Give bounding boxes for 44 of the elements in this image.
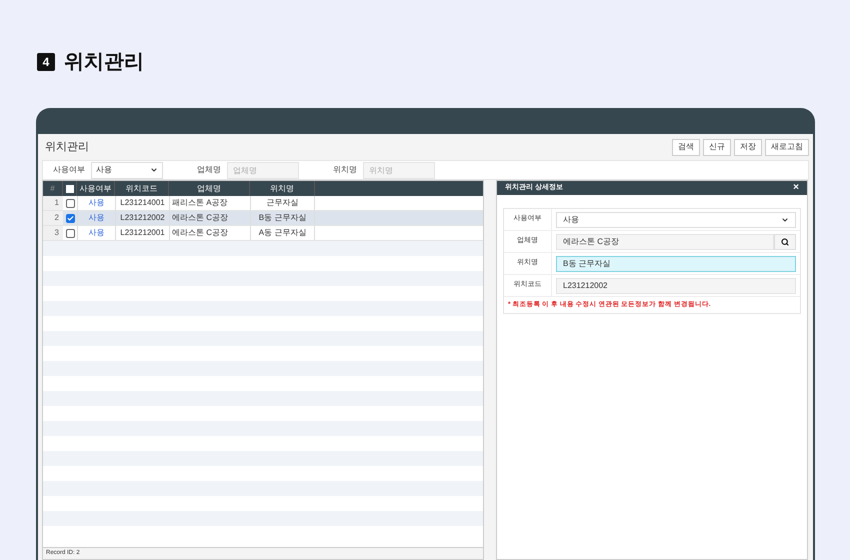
row-number: 3	[43, 226, 63, 240]
company-field[interactable]: 에라스톤 C공장	[556, 234, 774, 250]
table-cell: B동 근무자실	[250, 211, 315, 225]
table-cell: 근무자실	[250, 196, 315, 210]
window-title: 위치관리	[44, 140, 89, 155]
checkbox[interactable]	[66, 228, 74, 238]
section-number-badge: 4	[37, 53, 55, 71]
header-checkbox[interactable]	[66, 184, 74, 192]
checkbox[interactable]	[66, 214, 74, 222]
chevron-icon	[781, 216, 789, 224]
toolbar-button[interactable]: 새로고침	[765, 138, 809, 156]
toolbar-button[interactable]: 저장	[734, 138, 762, 156]
checkbox[interactable]	[66, 198, 74, 208]
text-field[interactable]: B동 근무자실	[556, 256, 796, 272]
filter-label: 위치명	[332, 164, 358, 176]
table-cell: L231212001	[115, 226, 169, 240]
filter-label: 사용여부	[52, 164, 86, 176]
filter-label: 업체명	[196, 164, 222, 176]
toolbar-button[interactable]: 신규	[703, 138, 731, 156]
section-title: 위치관리	[64, 50, 144, 75]
filter-select[interactable]: 사용	[91, 162, 163, 178]
usage-select[interactable]: 사용	[556, 212, 796, 228]
row-number: 1	[43, 196, 63, 210]
table-cell: 사용	[77, 226, 115, 240]
toolbar-button[interactable]: 검색	[672, 138, 700, 156]
table-cell: 에라스톤 C공장	[169, 226, 250, 240]
table-cell: 사용	[77, 211, 115, 225]
filter-input[interactable]: 위치명	[363, 162, 435, 178]
table-cell: 패리스톤 A공장	[169, 196, 250, 210]
table-cell: 에라스톤 C공장	[169, 211, 250, 225]
search-icon	[781, 238, 789, 246]
table-cell: A동 근무자실	[250, 226, 315, 240]
table-row[interactable]: 1 사용 L231214001 패리스톤 A공장 근무자실	[43, 196, 483, 211]
table-row[interactable]: 2 사용 L231212002 에라스톤 C공장 B동 근무자실	[43, 211, 483, 226]
row-number: 2	[43, 211, 63, 225]
table-cell: L231214001	[115, 196, 169, 210]
table-row[interactable]: 3 사용 L231212001 에라스톤 C공장 A동 근무자실	[43, 226, 483, 241]
text-field[interactable]: L231212002	[556, 278, 796, 294]
table-cell: 사용	[77, 196, 115, 210]
table-cell: L231212002	[115, 211, 169, 225]
chevron-icon	[150, 166, 158, 174]
close-button[interactable]: ×	[793, 183, 799, 193]
filter-input[interactable]: 업체명	[227, 162, 299, 178]
search-button[interactable]	[774, 234, 796, 250]
